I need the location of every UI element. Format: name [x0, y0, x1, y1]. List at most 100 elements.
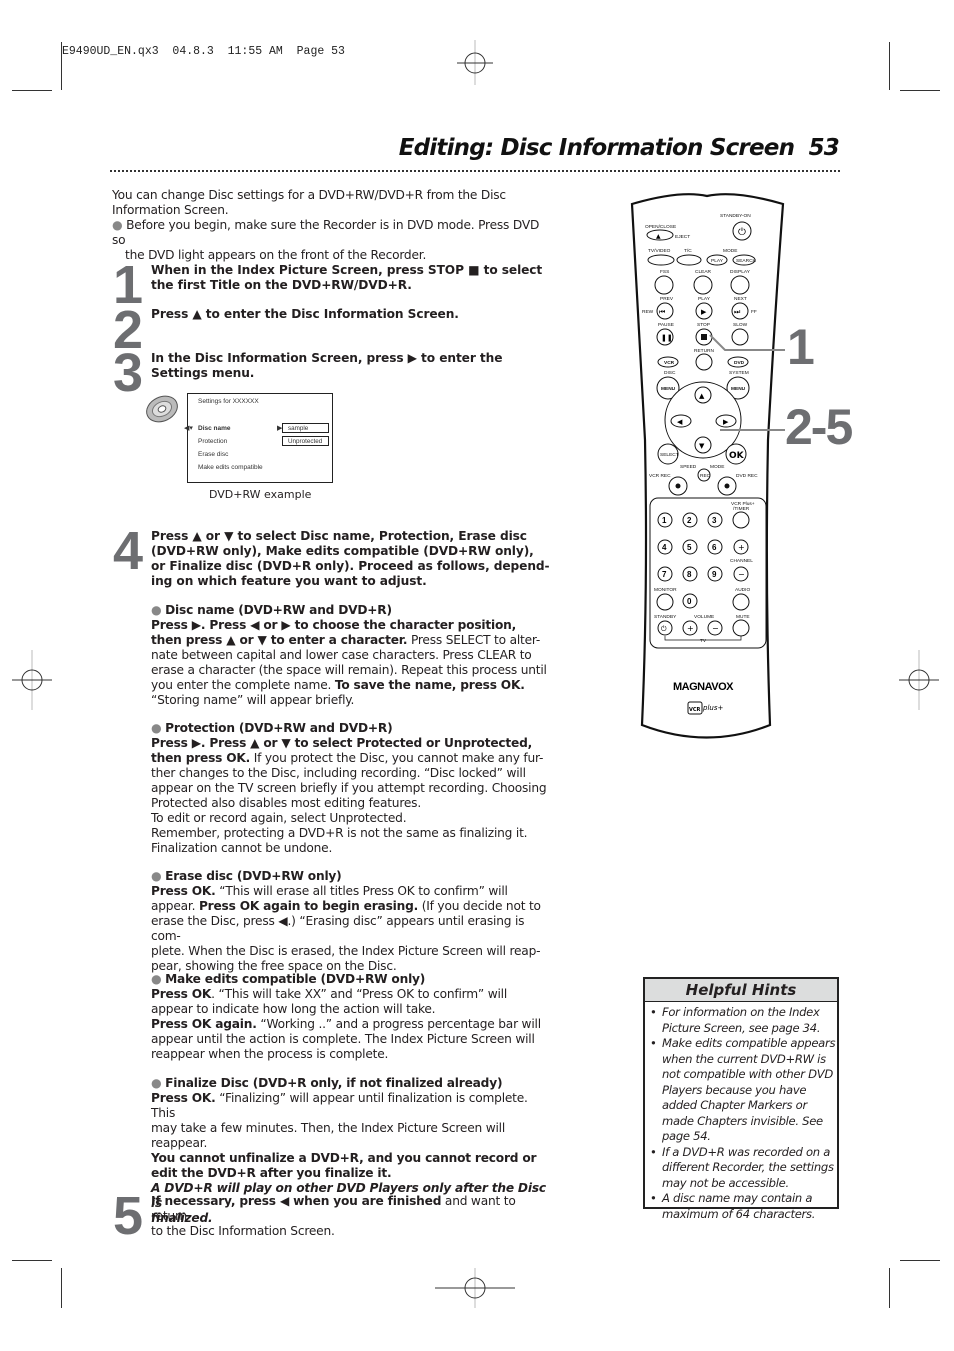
next-icon: ⏭	[734, 308, 741, 316]
section-heading: Disc name (DVD+RW and DVD+R)	[165, 603, 392, 617]
svg-text:TV/VIDEO: TV/VIDEO	[648, 248, 671, 254]
osd-item-make-edits-compatible: Make edits compatible	[198, 464, 263, 471]
section-text: Press OK again.	[151, 1017, 257, 1031]
svg-text:MENU: MENU	[661, 386, 676, 392]
helpful-hints-box: Helpful Hints For information on the Ind…	[643, 977, 839, 1221]
section-text: Press SELECT to alter-	[407, 633, 541, 647]
step-line: Settings menu.	[151, 366, 255, 380]
svg-text:VCR: VCR	[664, 360, 675, 366]
registration-mark	[457, 40, 493, 85]
label-standby-on: STANDBY-ON	[720, 213, 751, 219]
svg-text:0: 0	[687, 597, 692, 606]
hint-item: For information on the Index Picture Scr…	[650, 1005, 837, 1036]
section-text: Press ▶. Press ▲ or ▼ to select Protecte…	[151, 736, 533, 750]
page-number: 53	[808, 135, 840, 161]
section-text: erase a character (the space will remain…	[151, 663, 547, 677]
svg-text:PLAY: PLAY	[711, 258, 724, 264]
down-arrow-icon: ▼	[699, 442, 705, 450]
osd-caption: DVD+RW example	[209, 488, 312, 501]
section-text: “Working ..” and a progress percentage b…	[256, 1017, 541, 1031]
section-heading: Protection (DVD+RW and DVD+R)	[165, 721, 393, 735]
section-text: nate between capital and lower case char…	[151, 648, 532, 662]
section-text: then press ▲ or ▼ to enter a character.	[151, 633, 408, 647]
svg-text:OK: OK	[729, 451, 745, 461]
section-text: appear on the TV screen briefly if you a…	[151, 781, 547, 795]
svg-text:REW: REW	[642, 309, 654, 315]
section-text: Press OK.	[151, 1091, 216, 1105]
hint-item: A disc name may contain a maximum of 64 …	[650, 1191, 837, 1222]
step-line: or Finalize disc (DVD+R only). Proceed a…	[151, 559, 550, 573]
svg-text:/TIMER: /TIMER	[733, 506, 750, 512]
svg-text:⏻: ⏻	[661, 625, 667, 633]
crop-mark	[61, 1268, 62, 1308]
section-erase-disc: ● Erase disc (DVD+RW only) Press OK. “Th…	[151, 869, 551, 974]
section-text: You cannot unfinalize a DVD+R, and you c…	[151, 1151, 537, 1165]
section-heading: Erase disc (DVD+RW only)	[165, 869, 342, 883]
svg-text:6: 6	[712, 543, 717, 552]
step-2-text: Press ▲ to enter the Disc Information Sc…	[151, 307, 551, 322]
section-disc-name: ● Disc name (DVD+RW and DVD+R) Press ▶. …	[151, 603, 551, 708]
step-line: Press ▲ or ▼ to select Disc name, Protec…	[151, 529, 527, 543]
step-4-text: Press ▲ or ▼ to select Disc name, Protec…	[151, 529, 551, 589]
power-icon: ⏻	[738, 227, 746, 238]
osd-heading: Settings for XXXXXX	[198, 398, 259, 405]
svg-text:STANDBY: STANDBY	[654, 614, 677, 620]
dotted-rule	[110, 170, 840, 175]
svg-text:CLEAR: CLEAR	[695, 269, 712, 275]
svg-text:SLOW: SLOW	[733, 322, 748, 328]
file-slug: E9490UD_EN.qx3 04.8.3 11:55 AM Page 53	[62, 45, 345, 58]
left-arrow-icon: ◀	[677, 418, 683, 426]
crop-mark	[900, 90, 940, 91]
osd-value-disc-name: sample	[282, 423, 329, 433]
svg-text:5: 5	[687, 543, 692, 552]
section-text: Press OK.	[151, 884, 216, 898]
section-text: To save the name, press OK.	[334, 678, 525, 692]
step-5-text: If necessary, press ◀ when you are finis…	[151, 1194, 551, 1239]
svg-text:3: 3	[712, 516, 717, 525]
svg-text:+: +	[738, 543, 745, 552]
crop-mark	[12, 90, 52, 91]
section-text: . “This will take XX” and “Press OK to c…	[211, 987, 508, 1001]
section-text: you enter the complete name.	[151, 678, 335, 692]
step-3-text: In the Disc Information Screen, press ▶ …	[151, 351, 551, 381]
svg-text:REC: REC	[700, 473, 711, 479]
step-number: 4	[113, 521, 143, 581]
pause-icon: ❚❚	[661, 334, 673, 342]
svg-text:MODE: MODE	[710, 464, 724, 470]
step-line: In the Disc Information Screen, press ▶ …	[151, 351, 503, 365]
svg-text:MODE: MODE	[723, 248, 737, 254]
step-line: If necessary, press ◀ when you are finis…	[151, 1194, 442, 1208]
svg-text:FSS: FSS	[660, 269, 669, 275]
intro-bullet: ● Before you begin, make sure the Record…	[112, 218, 540, 247]
callout-lines	[709, 334, 785, 431]
svg-text:OPEN/CLOSE: OPEN/CLOSE	[645, 224, 676, 230]
svg-text:SPEED: SPEED	[680, 464, 697, 470]
svg-text:plus+: plus+	[702, 704, 723, 712]
step-number: 3	[113, 343, 143, 403]
section-text: “Storing name” will appear briefly.	[151, 693, 355, 707]
osd-value-protection: Unprotected	[282, 436, 329, 446]
left-arrow-icon: ◀▾	[184, 425, 193, 432]
svg-text:+: +	[687, 624, 694, 633]
page-title: Editing: Disc Information Screen 53	[399, 135, 840, 161]
registration-mark	[435, 1268, 515, 1308]
hint-item: Make edits compatible appears when the c…	[650, 1036, 837, 1145]
svg-text:8: 8	[687, 570, 692, 579]
play-icon: ▶	[701, 308, 707, 316]
section-protection: ● Protection (DVD+RW and DVD+R) Press ▶.…	[151, 721, 551, 856]
bullet-text: the DVD light appears on the front of th…	[125, 248, 427, 262]
svg-text:TV: TV	[700, 638, 707, 644]
svg-text:EJECT: EJECT	[675, 234, 690, 240]
registration-mark	[899, 650, 939, 710]
section-text: Press OK	[151, 987, 212, 1001]
section-make-edits-compatible: ● Make edits compatible (DVD+RW only) Pr…	[151, 972, 551, 1062]
intro-text: You can change Disc settings for a DVD+R…	[112, 188, 506, 202]
svg-text:1: 1	[662, 516, 667, 525]
step-line: to the Disc Information Screen.	[151, 1224, 335, 1238]
section-text: “This will erase all titles Press OK to …	[215, 884, 508, 898]
prev-icon: ⏮	[659, 308, 665, 316]
section-text: (If you decide not to	[418, 899, 541, 913]
section-text: appear.	[151, 899, 199, 913]
svg-text:DISPLAY: DISPLAY	[730, 269, 751, 275]
svg-text:STOP: STOP	[697, 322, 710, 328]
